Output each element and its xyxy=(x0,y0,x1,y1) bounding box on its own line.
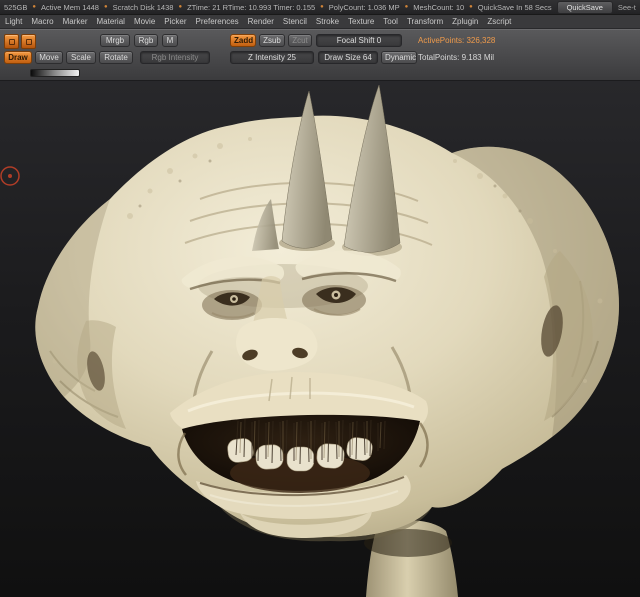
status-polycount: PolyCount: 1.036 MP xyxy=(328,2,400,12)
zbrush-window: 525GB ● Active Mem 1448 ● Scratch Disk 1… xyxy=(0,0,640,597)
status-quicksave-countdown: QuickSave In 58 Secs xyxy=(477,2,552,12)
status-bar: 525GB ● Active Mem 1448 ● Scratch Disk 1… xyxy=(0,0,640,15)
menu-texture[interactable]: Texture xyxy=(348,17,374,26)
separator-dot: ● xyxy=(320,4,324,10)
menu-movie[interactable]: Movie xyxy=(134,17,155,26)
viewport-canvas[interactable] xyxy=(0,81,640,597)
zsub-button[interactable]: Zsub xyxy=(259,34,285,47)
scale-tool-button[interactable]: Scale xyxy=(66,51,96,64)
draw-size-slider[interactable]: Draw Size 64 xyxy=(318,51,378,64)
status-timers: ZTime: 21 RTime: 10.993 Timer: 0.155 xyxy=(187,2,316,12)
m-button[interactable]: M xyxy=(162,34,178,47)
mrgb-button[interactable]: Mrgb xyxy=(100,34,130,47)
menu-preferences[interactable]: Preferences xyxy=(196,17,239,26)
menu-light[interactable]: Light xyxy=(5,17,22,26)
menu-zscript[interactable]: Zscript xyxy=(487,17,511,26)
z-intensity-slider[interactable]: Z Intensity 25 xyxy=(230,51,314,64)
separator-dot: ● xyxy=(469,4,473,10)
menu-macro[interactable]: Macro xyxy=(31,17,53,26)
tool-shelf: Mrgb Rgb M Zadd Zsub Zcut Focal Shift 0 … xyxy=(0,29,640,81)
gradient-slider[interactable] xyxy=(30,69,80,77)
menu-tool[interactable]: Tool xyxy=(383,17,398,26)
status-scratch-disk: Scratch Disk 1438 xyxy=(112,2,174,12)
sculpt-model xyxy=(0,81,640,597)
active-points-readout: ActivePoints: 326,328 xyxy=(418,36,496,45)
separator-dot: ● xyxy=(32,4,36,10)
zcut-button[interactable]: Zcut xyxy=(288,34,312,47)
menu-render[interactable]: Render xyxy=(248,17,274,26)
brush-preview-icon[interactable] xyxy=(4,34,19,49)
rgb-button[interactable]: Rgb xyxy=(134,34,158,47)
stroke-preview-icon[interactable] xyxy=(21,34,36,49)
status-active-mem: Active Mem 1448 xyxy=(40,2,99,12)
focal-shift-slider[interactable]: Focal Shift 0 xyxy=(316,34,402,47)
menu-transform[interactable]: Transform xyxy=(407,17,443,26)
menu-stroke[interactable]: Stroke xyxy=(316,17,339,26)
status-meshcount: MeshCount: 10 xyxy=(413,2,465,12)
see-through-label[interactable]: See-th xyxy=(618,3,636,12)
move-tool-button[interactable]: Move xyxy=(35,51,63,64)
draw-tool-button[interactable]: Draw xyxy=(4,51,32,64)
menu-material[interactable]: Material xyxy=(96,17,124,26)
total-points-readout: TotalPoints: 9.183 Mil xyxy=(418,53,495,62)
separator-dot: ● xyxy=(178,4,183,10)
dynamic-button[interactable]: Dynamic xyxy=(381,51,417,64)
menu-zplugin[interactable]: Zplugin xyxy=(452,17,478,26)
zadd-button[interactable]: Zadd xyxy=(230,34,256,47)
menu-picker[interactable]: Picker xyxy=(164,17,186,26)
separator-dot: ● xyxy=(103,4,108,10)
menu-marker[interactable]: Marker xyxy=(63,17,88,26)
separator-dot: ● xyxy=(404,4,409,10)
rgb-intensity-slider[interactable]: Rgb Intensity xyxy=(140,51,210,64)
menu-stencil[interactable]: Stencil xyxy=(283,17,307,26)
rotate-tool-button[interactable]: Rotate xyxy=(99,51,133,64)
quicksave-button[interactable]: QuickSave xyxy=(556,0,613,14)
status-mem: 525GB xyxy=(4,2,28,12)
menu-bar: Light Macro Marker Material Movie Picker… xyxy=(0,15,640,29)
